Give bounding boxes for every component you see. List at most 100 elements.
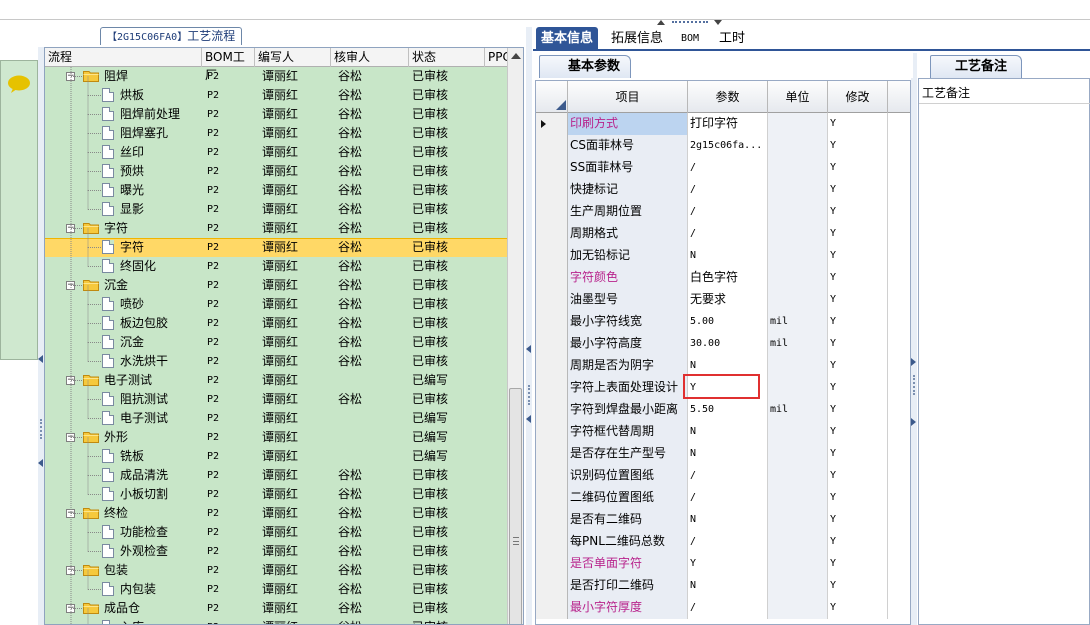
tab-basic-info[interactable]: 基本信息 — [536, 27, 599, 51]
collapse-left-icon[interactable] — [38, 355, 43, 363]
tree-row[interactable]: 小板切割 P2 谭丽红 谷松 已审核 — [45, 485, 509, 504]
collapse-toggle-icon[interactable]: − — [66, 224, 75, 233]
tree-folder-row[interactable]: − 包装 P2 谭丽红 谷松 已审核 — [45, 561, 509, 580]
tree-row[interactable]: 入库 P2 谭丽红 谷松 已审核 — [45, 618, 509, 624]
row-header[interactable] — [536, 553, 568, 575]
tree-row[interactable]: 水洗烘干 P2 谭丽红 谷松 已审核 — [45, 352, 509, 371]
top-splitter-grip-icon[interactable] — [672, 21, 708, 25]
col-unit[interactable]: 单位 — [768, 81, 828, 113]
param-value-cell[interactable]: N — [688, 421, 768, 443]
param-grid[interactable]: 项目 参数 单位 修改 印刷方式 打印字符 Y CS面菲林号 2g15c06fa… — [535, 80, 911, 625]
row-header[interactable] — [536, 531, 568, 553]
col-writer[interactable]: 编写人 — [255, 48, 331, 67]
param-row[interactable]: 每PNL二维码总数 / Y — [536, 531, 910, 553]
param-editable-flag[interactable]: Y — [828, 487, 888, 509]
param-editable-flag[interactable]: Y — [828, 113, 888, 135]
param-editable-flag[interactable]: Y — [828, 531, 888, 553]
col-bom-factory[interactable]: BOM工厂 — [202, 48, 255, 82]
param-value-cell[interactable]: / — [688, 223, 768, 245]
param-row[interactable]: 识别码位置图纸 / Y — [536, 465, 910, 487]
collapse-toggle-icon[interactable]: − — [66, 433, 75, 442]
right-splitter[interactable] — [911, 53, 917, 625]
row-header[interactable] — [536, 179, 568, 201]
param-value-cell[interactable]: / — [688, 465, 768, 487]
row-header[interactable] — [536, 465, 568, 487]
row-header[interactable] — [536, 399, 568, 421]
tab-bom[interactable]: BOM — [676, 27, 704, 51]
param-row[interactable]: 字符颜色 白色字符 Y — [536, 267, 910, 289]
col-ppc[interactable]: PPC — [485, 48, 511, 67]
left-splitter[interactable] — [38, 47, 44, 625]
param-row[interactable]: 字符到焊盘最小距离 5.50 mil Y — [536, 399, 910, 421]
tree-vertical-scrollbar[interactable] — [507, 48, 523, 624]
scroll-thumb[interactable] — [509, 388, 522, 624]
col-edit[interactable]: 修改 — [828, 81, 888, 113]
param-editable-flag[interactable]: Y — [828, 443, 888, 465]
param-row[interactable]: 是否存在生产型号 N Y — [536, 443, 910, 465]
param-row[interactable]: 是否单面字符 Y Y — [536, 553, 910, 575]
param-editable-flag[interactable]: Y — [828, 245, 888, 267]
param-value-cell[interactable]: / — [688, 201, 768, 223]
param-row[interactable]: 是否有二维码 N Y — [536, 509, 910, 531]
tree-row[interactable]: 喷砂 P2 谭丽红 谷松 已审核 — [45, 295, 509, 314]
middle-splitter[interactable] — [526, 27, 532, 625]
param-row[interactable]: 字符框代替周期 N Y — [536, 421, 910, 443]
row-header[interactable] — [536, 509, 568, 531]
collapse-middle-icon-2[interactable] — [526, 415, 531, 423]
param-row[interactable]: 快捷标记 / Y — [536, 179, 910, 201]
row-header[interactable] — [536, 487, 568, 509]
collapse-toggle-icon[interactable]: − — [66, 281, 75, 290]
param-value-cell[interactable]: / — [688, 487, 768, 509]
param-grid-corner[interactable] — [536, 81, 568, 113]
row-header[interactable] — [536, 597, 568, 619]
tab-work-hours[interactable]: 工时 — [714, 27, 750, 51]
col-reviewer[interactable]: 核审人 — [331, 48, 409, 67]
param-editable-flag[interactable]: Y — [828, 201, 888, 223]
param-editable-flag[interactable]: Y — [828, 553, 888, 575]
row-header[interactable] — [536, 245, 568, 267]
tree-row[interactable]: 阻焊塞孔 P2 谭丽红 谷松 已审核 — [45, 124, 509, 143]
tree-row[interactable]: 功能检查 P2 谭丽红 谷松 已审核 — [45, 523, 509, 542]
param-editable-flag[interactable]: Y — [828, 597, 888, 619]
tree-row[interactable]: 铣板 P2 谭丽红 已编写 — [45, 447, 509, 466]
process-tree-grid[interactable]: 流程 BOM工厂 编写人 核审人 状态 PPC − 阻焊 P2 谭丽红 谷松 已… — [44, 47, 524, 625]
tree-folder-row[interactable]: − 阻焊 P2 谭丽红 谷松 已审核 — [45, 67, 509, 86]
param-row[interactable]: 生产周期位置 / Y — [536, 201, 910, 223]
row-header[interactable] — [536, 377, 568, 399]
param-row[interactable]: SS面菲林号 / Y — [536, 157, 910, 179]
param-value-cell[interactable]: / — [688, 157, 768, 179]
collapse-toggle-icon[interactable]: − — [66, 376, 75, 385]
collapse-toggle-icon[interactable]: − — [66, 604, 75, 613]
param-editable-flag[interactable]: Y — [828, 289, 888, 311]
param-row[interactable]: 最小字符线宽 5.00 mil Y — [536, 311, 910, 333]
param-row[interactable]: 是否打印二维码 N Y — [536, 575, 910, 597]
param-value-cell[interactable]: N — [688, 443, 768, 465]
tree-row[interactable]: 终固化 P2 谭丽红 谷松 已审核 — [45, 257, 509, 276]
tab-process-notes[interactable]: 工艺备注 — [930, 55, 1023, 78]
row-header[interactable] — [536, 201, 568, 223]
param-editable-flag[interactable]: Y — [828, 575, 888, 597]
param-row[interactable]: 印刷方式 打印字符 Y — [536, 113, 910, 135]
row-header[interactable] — [536, 289, 568, 311]
param-value-cell[interactable]: 5.50 — [688, 399, 768, 421]
param-value-cell[interactable]: 无要求 — [688, 289, 768, 311]
row-header[interactable] — [536, 333, 568, 355]
param-value-cell[interactable]: 2g15c06fa... — [688, 135, 768, 157]
row-header[interactable] — [536, 135, 568, 157]
tree-row[interactable]: 显影 P2 谭丽红 谷松 已审核 — [45, 200, 509, 219]
param-editable-flag[interactable]: Y — [828, 421, 888, 443]
col-param[interactable]: 参数 — [688, 81, 768, 113]
tree-folder-row[interactable]: − 成品仓 P2 谭丽红 谷松 已审核 — [45, 599, 509, 618]
param-value-cell[interactable]: / — [688, 531, 768, 553]
tree-folder-row[interactable]: − 外形 P2 谭丽红 已编写 — [45, 428, 509, 447]
tree-row[interactable]: 字符 P2 谭丽红 谷松 已审核 — [45, 238, 509, 257]
row-header[interactable] — [536, 355, 568, 377]
tree-row[interactable]: 烘板 P2 谭丽红 谷松 已审核 — [45, 86, 509, 105]
tree-row[interactable]: 阻焊前处理 P2 谭丽红 谷松 已审核 — [45, 105, 509, 124]
row-header[interactable] — [536, 267, 568, 289]
tree-row[interactable]: 板边包胶 P2 谭丽红 谷松 已审核 — [45, 314, 509, 333]
param-editable-flag[interactable]: Y — [828, 465, 888, 487]
col-item[interactable]: 项目 — [568, 81, 688, 113]
param-editable-flag[interactable]: Y — [828, 333, 888, 355]
param-editable-flag[interactable]: Y — [828, 267, 888, 289]
